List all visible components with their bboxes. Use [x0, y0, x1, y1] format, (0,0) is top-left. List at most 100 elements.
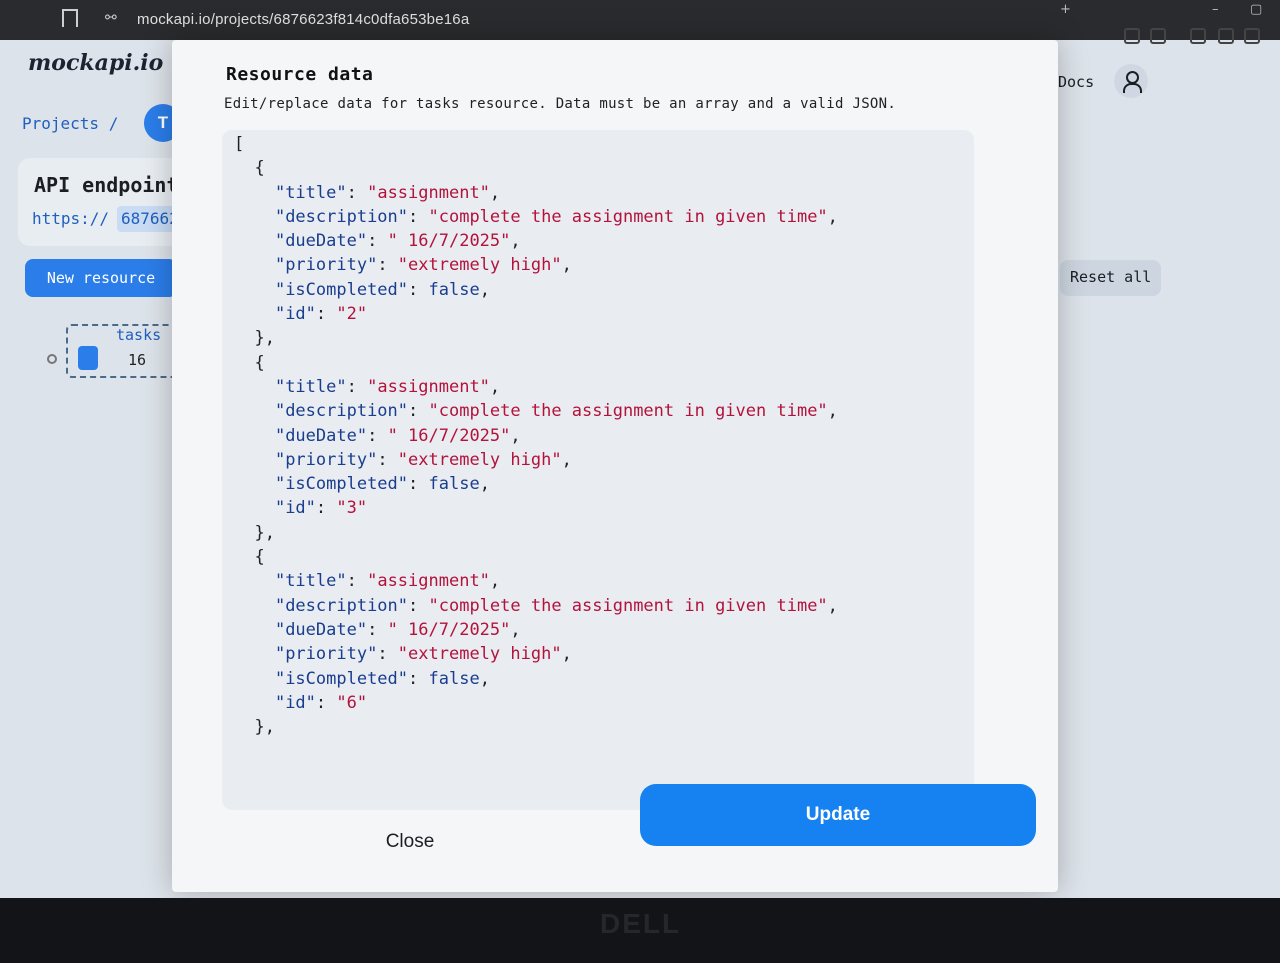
json-editor[interactable]: [ { "title": "assignment", "description"…	[222, 130, 974, 810]
json-colon: :	[377, 644, 398, 665]
favorites-icon[interactable]	[1244, 28, 1260, 44]
extensions-icon[interactable]	[1124, 28, 1140, 44]
address-bar[interactable]: mockapi.io/projects/6876623f814c0dfa653b…	[137, 11, 469, 28]
json-comma: ,	[827, 206, 838, 227]
code-line: "isCompleted": false,	[234, 472, 838, 496]
json-key: "id"	[274, 304, 316, 325]
json-comma: ,	[510, 231, 521, 252]
json-value: false	[428, 668, 480, 689]
resource-count-bar[interactable]	[78, 346, 98, 370]
json-brace: },	[234, 717, 275, 738]
user-icon[interactable]	[1114, 64, 1148, 98]
code-line: "id": "2"	[234, 302, 838, 326]
laptop-brand-logo: DELL	[600, 908, 682, 939]
json-value: "complete the assignment in given time"	[428, 401, 828, 422]
resource-count: 16	[128, 351, 147, 369]
code-line: "description": "complete the assignment …	[234, 399, 838, 423]
code-line: "id": "6"	[234, 691, 838, 715]
json-bracket: [	[234, 134, 245, 154]
code-line: "description": "complete the assignment …	[234, 205, 838, 229]
laptop-bezel: DELL	[0, 898, 1280, 963]
json-comma: ,	[489, 376, 501, 397]
api-endpoint-title: API endpoint	[34, 173, 179, 197]
json-key: "isCompleted"	[274, 279, 409, 300]
json-value: "extremely high"	[397, 255, 562, 276]
code-line: "priority": "extremely high",	[234, 448, 838, 472]
json-value: "6"	[336, 692, 368, 713]
json-key: "id"	[274, 498, 316, 519]
json-key: "description"	[274, 595, 409, 616]
json-colon: :	[315, 692, 337, 713]
resource-handle-icon[interactable]	[47, 354, 57, 364]
json-code[interactable]: [ { "title": "assignment", "description"…	[234, 132, 838, 739]
maximize-button[interactable]: ▢	[1250, 2, 1262, 17]
minimize-button[interactable]: –	[1212, 2, 1219, 17]
code-line: "dueDate": " 16/7/2025",	[234, 229, 838, 253]
bookmark-icon[interactable]	[62, 9, 78, 27]
code-line: "dueDate": " 16/7/2025",	[234, 424, 838, 448]
json-comma: ,	[489, 571, 501, 592]
update-button[interactable]: Update	[640, 784, 1036, 846]
json-value: "assignment"	[367, 376, 490, 397]
json-value: " 16/7/2025"	[387, 231, 511, 252]
json-key: "description"	[274, 401, 409, 422]
json-value: false	[428, 474, 480, 495]
screenshot-icon[interactable]	[1150, 28, 1166, 44]
code-line: "dueDate": " 16/7/2025",	[234, 618, 838, 642]
json-brace: {	[234, 352, 265, 373]
code-line: "title": "assignment",	[234, 375, 838, 399]
code-line: "priority": "extremely high",	[234, 253, 838, 277]
code-line: "priority": "extremely high",	[234, 642, 838, 666]
json-value: "assignment"	[367, 571, 490, 592]
docs-link[interactable]: Docs	[1058, 73, 1094, 91]
json-key: "priority"	[274, 644, 378, 665]
json-key: "dueDate"	[274, 231, 368, 252]
json-key: "priority"	[274, 449, 378, 470]
json-colon: :	[408, 401, 429, 422]
code-line: },	[234, 326, 838, 350]
code-line: {	[234, 545, 838, 569]
new-tab-button[interactable]: +	[1060, 2, 1071, 17]
json-colon: :	[377, 449, 398, 470]
code-line: "title": "assignment",	[234, 181, 838, 205]
code-line: "isCompleted": false,	[234, 667, 838, 691]
close-button[interactable]: Close	[352, 820, 468, 864]
json-comma: ,	[479, 474, 490, 495]
code-line: "id": "3"	[234, 496, 838, 520]
json-value: "assignment"	[367, 182, 490, 203]
code-line: [	[234, 132, 838, 156]
code-line: {	[234, 156, 838, 180]
tabs-icon[interactable]	[1218, 28, 1234, 44]
json-key: "isCompleted"	[274, 474, 409, 495]
api-url-prefix: https://	[32, 209, 110, 228]
json-key: "dueDate"	[274, 619, 368, 640]
json-colon: :	[315, 498, 337, 519]
resource-name[interactable]: tasks	[116, 326, 161, 344]
json-value: " 16/7/2025"	[387, 425, 511, 446]
json-colon: :	[346, 571, 368, 592]
reset-all-button[interactable]: Reset all	[1060, 260, 1162, 296]
json-brace: {	[234, 547, 265, 568]
json-colon: :	[367, 231, 388, 252]
breadcrumb-projects[interactable]: Projects /	[22, 114, 118, 133]
json-colon: :	[346, 376, 368, 397]
json-comma: ,	[479, 279, 490, 300]
json-value: false	[428, 279, 480, 300]
new-resource-button[interactable]: New resource	[25, 259, 177, 297]
mockapi-logo[interactable]: mockapi.io	[28, 50, 163, 76]
sidebar-icon[interactable]	[1190, 28, 1206, 44]
json-comma: ,	[489, 182, 501, 203]
json-comma: ,	[510, 425, 521, 446]
site-settings-icon[interactable]: ⚯	[105, 10, 117, 26]
